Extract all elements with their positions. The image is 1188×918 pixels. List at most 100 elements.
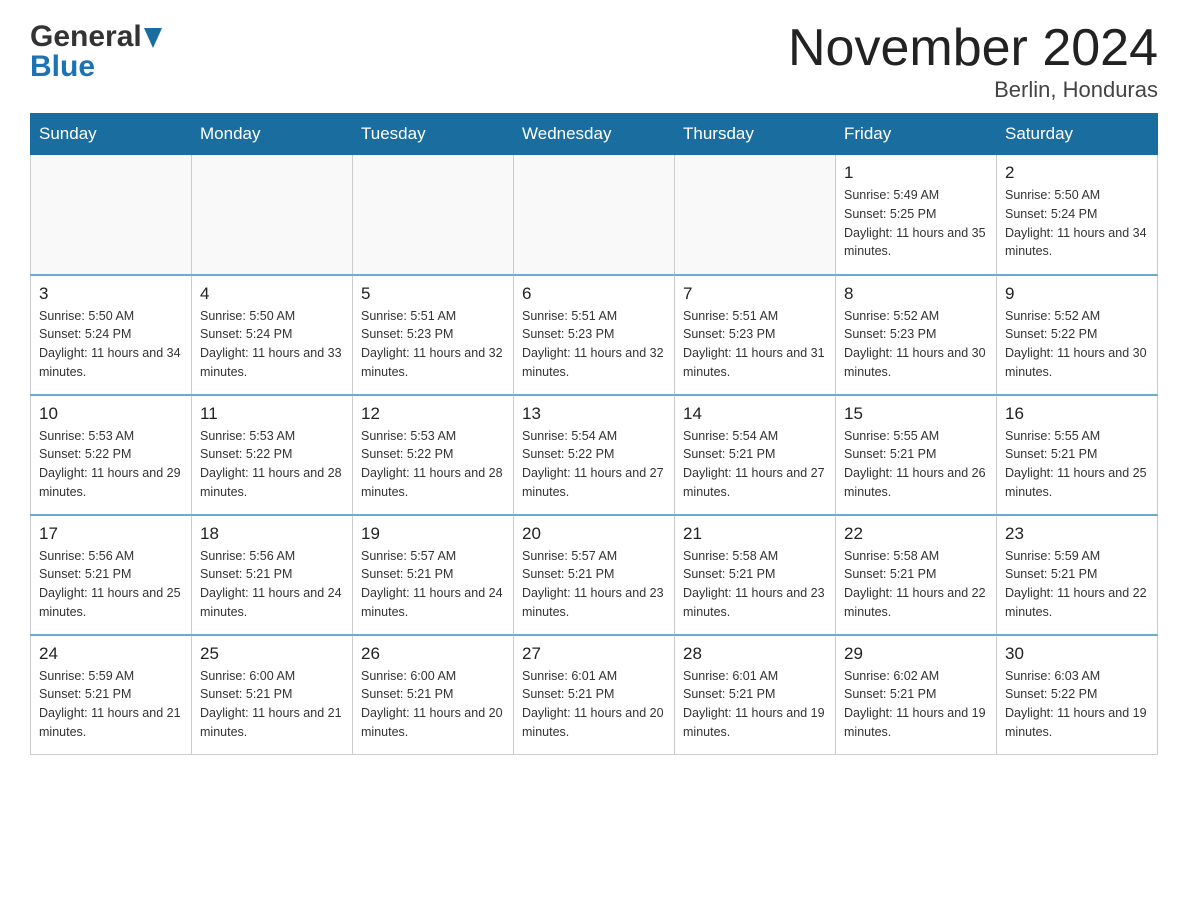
day-number: 25 — [200, 644, 344, 664]
calendar-week-3: 10 Sunrise: 5:53 AMSunset: 5:22 PMDayligh… — [31, 395, 1158, 515]
day-info: Sunrise: 5:59 AMSunset: 5:21 PMDaylight:… — [1005, 547, 1149, 622]
day-number: 9 — [1005, 284, 1149, 304]
day-number: 3 — [39, 284, 183, 304]
day-number: 6 — [522, 284, 666, 304]
day-info: Sunrise: 6:02 AMSunset: 5:21 PMDaylight:… — [844, 667, 988, 742]
day-info: Sunrise: 5:55 AMSunset: 5:21 PMDaylight:… — [1005, 427, 1149, 502]
day-number: 12 — [361, 404, 505, 424]
page-header: General Blue November 2024 Berlin, Hondu… — [30, 20, 1158, 103]
day-number: 11 — [200, 404, 344, 424]
weekday-header-tuesday: Tuesday — [353, 114, 514, 155]
calendar-cell: 29 Sunrise: 6:02 AMSunset: 5:21 PMDayligh… — [836, 635, 997, 755]
logo-blue-text: Blue — [30, 50, 95, 84]
day-info: Sunrise: 5:56 AMSunset: 5:21 PMDaylight:… — [200, 547, 344, 622]
calendar-cell: 4Sunrise: 5:50 AMSunset: 5:24 PMDaylight… — [192, 275, 353, 395]
calendar-cell: 15Sunrise: 5:55 AMSunset: 5:21 PMDayligh… — [836, 395, 997, 515]
calendar-cell: 11 Sunrise: 5:53 AMSunset: 5:22 PMDayligh… — [192, 395, 353, 515]
calendar-cell: 27 Sunrise: 6:01 AMSunset: 5:21 PMDayligh… — [514, 635, 675, 755]
weekday-header-friday: Friday — [836, 114, 997, 155]
calendar-cell: 16 Sunrise: 5:55 AMSunset: 5:21 PMDayligh… — [997, 395, 1158, 515]
calendar-cell: 21 Sunrise: 5:58 AMSunset: 5:21 PMDayligh… — [675, 515, 836, 635]
day-number: 21 — [683, 524, 827, 544]
calendar-cell: 18 Sunrise: 5:56 AMSunset: 5:21 PMDayligh… — [192, 515, 353, 635]
day-number: 8 — [844, 284, 988, 304]
day-info: Sunrise: 5:57 AMSunset: 5:21 PMDaylight:… — [361, 547, 505, 622]
weekday-header-saturday: Saturday — [997, 114, 1158, 155]
calendar-week-2: 3 Sunrise: 5:50 AMSunset: 5:24 PMDaylight… — [31, 275, 1158, 395]
calendar-cell: 9 Sunrise: 5:52 AMSunset: 5:22 PMDaylight… — [997, 275, 1158, 395]
calendar-cell — [675, 155, 836, 275]
day-info: Sunrise: 5:54 AMSunset: 5:22 PMDaylight:… — [522, 427, 666, 502]
weekday-header-monday: Monday — [192, 114, 353, 155]
calendar-cell: 3 Sunrise: 5:50 AMSunset: 5:24 PMDaylight… — [31, 275, 192, 395]
day-number: 5 — [361, 284, 505, 304]
day-number: 29 — [844, 644, 988, 664]
day-number: 28 — [683, 644, 827, 664]
calendar-week-5: 24 Sunrise: 5:59 AMSunset: 5:21 PMDayligh… — [31, 635, 1158, 755]
day-info: Sunrise: 5:51 AMSunset: 5:23 PMDaylight:… — [522, 307, 666, 382]
day-info: Sunrise: 6:00 AMSunset: 5:21 PMDaylight:… — [200, 667, 344, 742]
calendar-cell: 24 Sunrise: 5:59 AMSunset: 5:21 PMDayligh… — [31, 635, 192, 755]
day-info: Sunrise: 5:51 AMSunset: 5:23 PMDaylight:… — [361, 307, 505, 382]
calendar-cell: 30 Sunrise: 6:03 AMSunset: 5:22 PMDayligh… — [997, 635, 1158, 755]
day-info: Sunrise: 5:52 AMSunset: 5:22 PMDaylight:… — [1005, 307, 1149, 382]
day-info: Sunrise: 6:01 AMSunset: 5:21 PMDaylight:… — [522, 667, 666, 742]
day-info: Sunrise: 5:51 AMSunset: 5:23 PMDaylight:… — [683, 307, 827, 382]
day-info: Sunrise: 5:55 AMSunset: 5:21 PMDaylight:… — [844, 427, 988, 502]
day-number: 4 — [200, 284, 344, 304]
day-info: Sunrise: 6:03 AMSunset: 5:22 PMDaylight:… — [1005, 667, 1149, 742]
calendar-cell — [192, 155, 353, 275]
calendar-cell: 7 Sunrise: 5:51 AMSunset: 5:23 PMDaylight… — [675, 275, 836, 395]
day-info: Sunrise: 6:00 AMSunset: 5:21 PMDaylight:… — [361, 667, 505, 742]
page-subtitle: Berlin, Honduras — [788, 77, 1158, 103]
calendar-cell: 1Sunrise: 5:49 AMSunset: 5:25 PMDaylight… — [836, 155, 997, 275]
day-number: 19 — [361, 524, 505, 544]
calendar-cell: 14Sunrise: 5:54 AMSunset: 5:21 PMDayligh… — [675, 395, 836, 515]
day-number: 27 — [522, 644, 666, 664]
day-number: 18 — [200, 524, 344, 544]
calendar-cell: 25 Sunrise: 6:00 AMSunset: 5:21 PMDayligh… — [192, 635, 353, 755]
day-number: 2 — [1005, 163, 1149, 183]
calendar-week-1: 1Sunrise: 5:49 AMSunset: 5:25 PMDaylight… — [31, 155, 1158, 275]
calendar-cell — [353, 155, 514, 275]
day-number: 17 — [39, 524, 183, 544]
calendar-header: SundayMondayTuesdayWednesdayThursdayFrid… — [31, 114, 1158, 155]
day-info: Sunrise: 5:52 AMSunset: 5:23 PMDaylight:… — [844, 307, 988, 382]
weekday-header-sunday: Sunday — [31, 114, 192, 155]
calendar-body: 1Sunrise: 5:49 AMSunset: 5:25 PMDaylight… — [31, 155, 1158, 755]
day-info: Sunrise: 5:53 AMSunset: 5:22 PMDaylight:… — [39, 427, 183, 502]
calendar-cell: 20 Sunrise: 5:57 AMSunset: 5:21 PMDayligh… — [514, 515, 675, 635]
logo-arrow-icon — [144, 28, 162, 48]
day-info: Sunrise: 5:57 AMSunset: 5:21 PMDaylight:… — [522, 547, 666, 622]
day-number: 7 — [683, 284, 827, 304]
day-info: Sunrise: 5:58 AMSunset: 5:21 PMDaylight:… — [683, 547, 827, 622]
logo-general-text: General — [30, 20, 142, 54]
weekday-header-wednesday: Wednesday — [514, 114, 675, 155]
day-number: 20 — [522, 524, 666, 544]
day-info: Sunrise: 5:50 AMSunset: 5:24 PMDaylight:… — [39, 307, 183, 382]
day-info: Sunrise: 5:50 AMSunset: 5:24 PMDaylight:… — [1005, 186, 1149, 261]
day-info: Sunrise: 6:01 AMSunset: 5:21 PMDaylight:… — [683, 667, 827, 742]
day-number: 30 — [1005, 644, 1149, 664]
day-number: 24 — [39, 644, 183, 664]
calendar-cell: 12 Sunrise: 5:53 AMSunset: 5:22 PMDayligh… — [353, 395, 514, 515]
day-info: Sunrise: 5:54 AMSunset: 5:21 PMDaylight:… — [683, 427, 827, 502]
calendar-cell: 19 Sunrise: 5:57 AMSunset: 5:21 PMDayligh… — [353, 515, 514, 635]
logo: General Blue — [30, 20, 162, 84]
title-block: November 2024 Berlin, Honduras — [788, 20, 1158, 103]
calendar-cell: 8 Sunrise: 5:52 AMSunset: 5:23 PMDaylight… — [836, 275, 997, 395]
day-info: Sunrise: 5:58 AMSunset: 5:21 PMDaylight:… — [844, 547, 988, 622]
page-title: November 2024 — [788, 20, 1158, 77]
day-number: 16 — [1005, 404, 1149, 424]
weekday-header-thursday: Thursday — [675, 114, 836, 155]
day-info: Sunrise: 5:53 AMSunset: 5:22 PMDaylight:… — [200, 427, 344, 502]
calendar-cell: 6 Sunrise: 5:51 AMSunset: 5:23 PMDaylight… — [514, 275, 675, 395]
day-info: Sunrise: 5:59 AMSunset: 5:21 PMDaylight:… — [39, 667, 183, 742]
day-number: 23 — [1005, 524, 1149, 544]
calendar-week-4: 17 Sunrise: 5:56 AMSunset: 5:21 PMDayligh… — [31, 515, 1158, 635]
day-number: 22 — [844, 524, 988, 544]
day-info: Sunrise: 5:53 AMSunset: 5:22 PMDaylight:… — [361, 427, 505, 502]
calendar-table: SundayMondayTuesdayWednesdayThursdayFrid… — [30, 113, 1158, 755]
day-info: Sunrise: 5:49 AMSunset: 5:25 PMDaylight:… — [844, 186, 988, 261]
day-number: 10 — [39, 404, 183, 424]
